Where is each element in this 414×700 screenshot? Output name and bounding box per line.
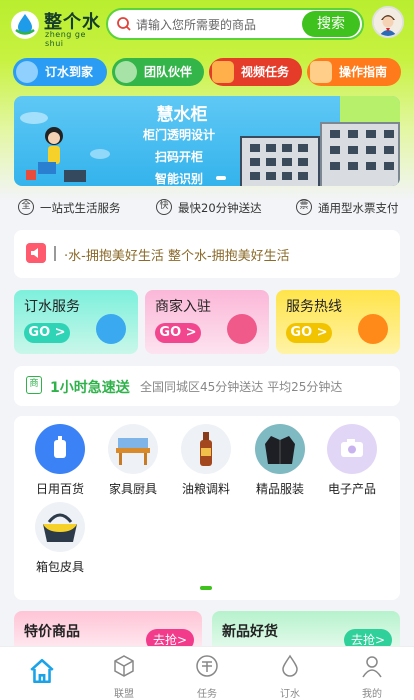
pill-label: 订水到家 <box>45 65 94 79</box>
jacket-icon <box>255 424 305 474</box>
category-label: 电子产品 <box>327 482 376 496</box>
alliance-icon <box>114 655 134 677</box>
tab-label: 订水 <box>280 689 300 700</box>
category-label: 家具厨具 <box>108 482 157 496</box>
banner-indicator <box>216 176 226 180</box>
tab-task[interactable]: 任务 <box>177 653 237 700</box>
tab-order-water[interactable]: 订水 <box>260 653 320 700</box>
banner-line: 柜门透明设计 <box>142 128 215 142</box>
go-button[interactable]: GO > <box>155 323 201 343</box>
tab-bar: 联盟 任务 订水 我的 <box>0 646 414 700</box>
feature-label: 一站式生活服务 <box>40 201 121 215</box>
guide-icon <box>310 61 332 83</box>
pill-label: 操作指南 <box>339 65 388 79</box>
feature-item: 票 通用型水票支付 <box>296 198 399 218</box>
logo-subtitle: zheng ge shui <box>45 30 86 48</box>
tab-home[interactable] <box>12 653 72 691</box>
category-label: 日用百货 <box>35 482 84 496</box>
tab-alliance[interactable]: 联盟 <box>94 653 154 700</box>
card-title: 服务热线 <box>286 299 342 315</box>
category-grain-oil[interactable]: 油粮调料 <box>170 424 242 497</box>
category-electronics[interactable]: 电子产品 <box>316 424 388 497</box>
service-card-order-water[interactable]: 订水服务 GO > <box>14 290 138 354</box>
team-icon <box>115 61 137 83</box>
feature-item: 快 最快20分钟送达 <box>156 198 262 218</box>
search-button[interactable]: 搜索 <box>302 11 360 37</box>
pill-water-delivery[interactable]: 订水到家 <box>13 58 107 86</box>
search-bar: 搜索 <box>106 8 364 40</box>
daily-goods-icon <box>35 424 85 474</box>
promo-title: 新品好货 <box>222 624 278 640</box>
category-clothing[interactable]: 精品服装 <box>244 424 316 497</box>
feature-icon: 全 <box>18 199 34 215</box>
home-icon <box>30 658 54 684</box>
category-daily-goods[interactable]: 日用百货 <box>24 424 96 497</box>
furniture-icon <box>108 424 158 474</box>
search-icon <box>117 17 131 31</box>
card-title: 商家入驻 <box>155 299 211 315</box>
shop-icon <box>227 314 257 344</box>
feature-strip: 全 一站式生活服务 快 最快20分钟送达 票 通用型水票支付 <box>0 198 414 218</box>
banner-title: 慧水柜 <box>156 105 208 125</box>
logo[interactable]: 整个水 zheng ge shui <box>10 8 106 48</box>
card-title: 订水服务 <box>24 299 80 315</box>
category-label: 精品服装 <box>255 482 304 496</box>
feature-icon: 票 <box>296 199 312 215</box>
pill-label: 视频任务 <box>241 65 290 79</box>
service-card-merchant[interactable]: 商家入驻 GO > <box>145 290 269 354</box>
express-description: 全国同城区45分钟送达 平均25分钟达 <box>140 380 343 394</box>
go-button[interactable]: GO > <box>286 323 332 343</box>
water-bottle-icon <box>96 314 126 344</box>
category-label: 油粮调料 <box>181 482 230 496</box>
search-input[interactable] <box>136 16 301 34</box>
go-button[interactable]: GO > <box>24 323 70 343</box>
feature-item: 全 一站式生活服务 <box>18 198 121 218</box>
service-card-hotline[interactable]: 服务热线 GO > <box>276 290 400 354</box>
flame-icon <box>358 314 388 344</box>
category-label: 箱包皮具 <box>35 560 84 574</box>
bag-icon <box>35 502 85 552</box>
tab-mine[interactable]: 我的 <box>342 653 402 700</box>
avatar-icon <box>374 8 402 36</box>
oil-bottle-icon <box>181 424 231 474</box>
pill-label: 团队伙伴 <box>144 65 193 79</box>
feature-icon: 快 <box>156 199 172 215</box>
feature-label: 通用型水票支付 <box>318 201 399 215</box>
category-furniture[interactable]: 家具厨具 <box>97 424 169 497</box>
speaker-icon <box>26 243 46 263</box>
banner[interactable]: 慧水柜 柜门透明设计 扫码开柜 智能识别 <box>14 96 400 186</box>
water-delivery-icon <box>16 61 38 83</box>
avatar[interactable] <box>372 6 404 38</box>
water-drop-icon <box>282 654 298 677</box>
shop-badge-icon: 商 <box>26 376 42 394</box>
tab-label: 任务 <box>197 689 217 700</box>
tab-label: 联盟 <box>114 689 134 700</box>
camera-icon <box>327 424 377 474</box>
carousel-indicator <box>200 586 212 590</box>
header: 整个水 zheng ge shui 搜索 <box>0 6 414 48</box>
category-bags[interactable]: 箱包皮具 <box>24 502 96 575</box>
video-icon <box>212 61 234 83</box>
notice-text: ·水-拥抱美好生活 整个水-拥抱美好生活 <box>64 249 290 264</box>
category-grid: 日用百货 家具厨具 油粮调料 精品服装 电子产品 箱包皮具 <box>14 416 400 600</box>
tab-label: 我的 <box>362 689 382 700</box>
pill-team[interactable]: 团队伙伴 <box>112 58 204 86</box>
quick-menu: 订水到家 团队伙伴 视频任务 操作指南 <box>0 58 414 86</box>
notice-divider <box>54 246 56 261</box>
express-title: 1小时急速送 <box>50 380 130 396</box>
task-icon <box>196 655 218 677</box>
water-logo-icon <box>11 11 39 39</box>
pill-guide[interactable]: 操作指南 <box>307 58 401 86</box>
feature-label: 最快20分钟送达 <box>178 201 262 215</box>
express-delivery[interactable]: 商 1小时急速送 全国同城区45分钟送达 平均25分钟达 <box>14 366 400 406</box>
notice-bar[interactable]: ·水-拥抱美好生活 整个水-拥抱美好生活 <box>14 230 400 278</box>
banner-line: 扫码开柜 <box>154 150 203 164</box>
promo-title: 特价商品 <box>24 624 80 640</box>
pill-video-task[interactable]: 视频任务 <box>209 58 302 86</box>
user-icon <box>362 656 382 678</box>
